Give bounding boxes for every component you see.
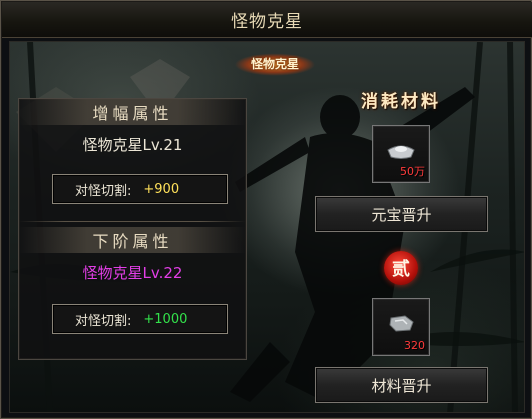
ingot-count: 50万 bbox=[400, 165, 425, 178]
boost-header: 增幅属性 bbox=[19, 99, 246, 125]
current-level-name: 怪物克星Lv.21 bbox=[82, 136, 183, 154]
banner-label: 怪物克星 bbox=[250, 56, 299, 71]
material-stone-icon bbox=[389, 315, 414, 332]
title-bar: 怪物克星 bbox=[2, 2, 532, 38]
next-header: 下阶属性 bbox=[19, 227, 246, 253]
current-stat-key: 对怪切割: bbox=[75, 183, 132, 199]
material-upgrade-button[interactable]: 材料晋升 bbox=[315, 367, 488, 403]
panel-divider bbox=[19, 221, 246, 222]
materials-title: 消耗材料 bbox=[361, 92, 441, 112]
next-stat-box: 对怪切割: +1000 bbox=[52, 304, 228, 334]
material-slot-ingot[interactable]: 50万 bbox=[372, 125, 430, 183]
next-header-text: 下阶属性 bbox=[92, 232, 173, 251]
tier-seal-icon: 贰 bbox=[384, 251, 418, 285]
next-stat-key: 对怪切割: bbox=[75, 313, 132, 329]
boost-header-text: 增幅属性 bbox=[92, 104, 173, 123]
ingot-upgrade-button[interactable]: 元宝晋升 bbox=[315, 196, 488, 232]
next-stat-value: +1000 bbox=[143, 311, 188, 327]
material-slot-stone[interactable]: 320 bbox=[372, 298, 430, 356]
next-level-name: 怪物克星Lv.22 bbox=[82, 264, 183, 282]
silver-ingot-icon bbox=[387, 145, 415, 159]
stone-count: 320 bbox=[404, 339, 425, 352]
feature-banner: 怪物克星 bbox=[225, 47, 325, 79]
attribute-panel: 增幅属性 怪物克星Lv.21 对怪切割: +900 下阶属性 怪物克星Lv.22… bbox=[18, 98, 247, 360]
upgrade-window: 怪物克星 怪物克星 增幅属性 怪物克星Lv.21 对怪切割: +900 下阶属性… bbox=[0, 0, 532, 419]
current-stat-box: 对怪切割: +900 bbox=[52, 174, 228, 204]
window-title: 怪物克星 bbox=[231, 12, 303, 32]
current-stat-value: +900 bbox=[143, 181, 180, 197]
